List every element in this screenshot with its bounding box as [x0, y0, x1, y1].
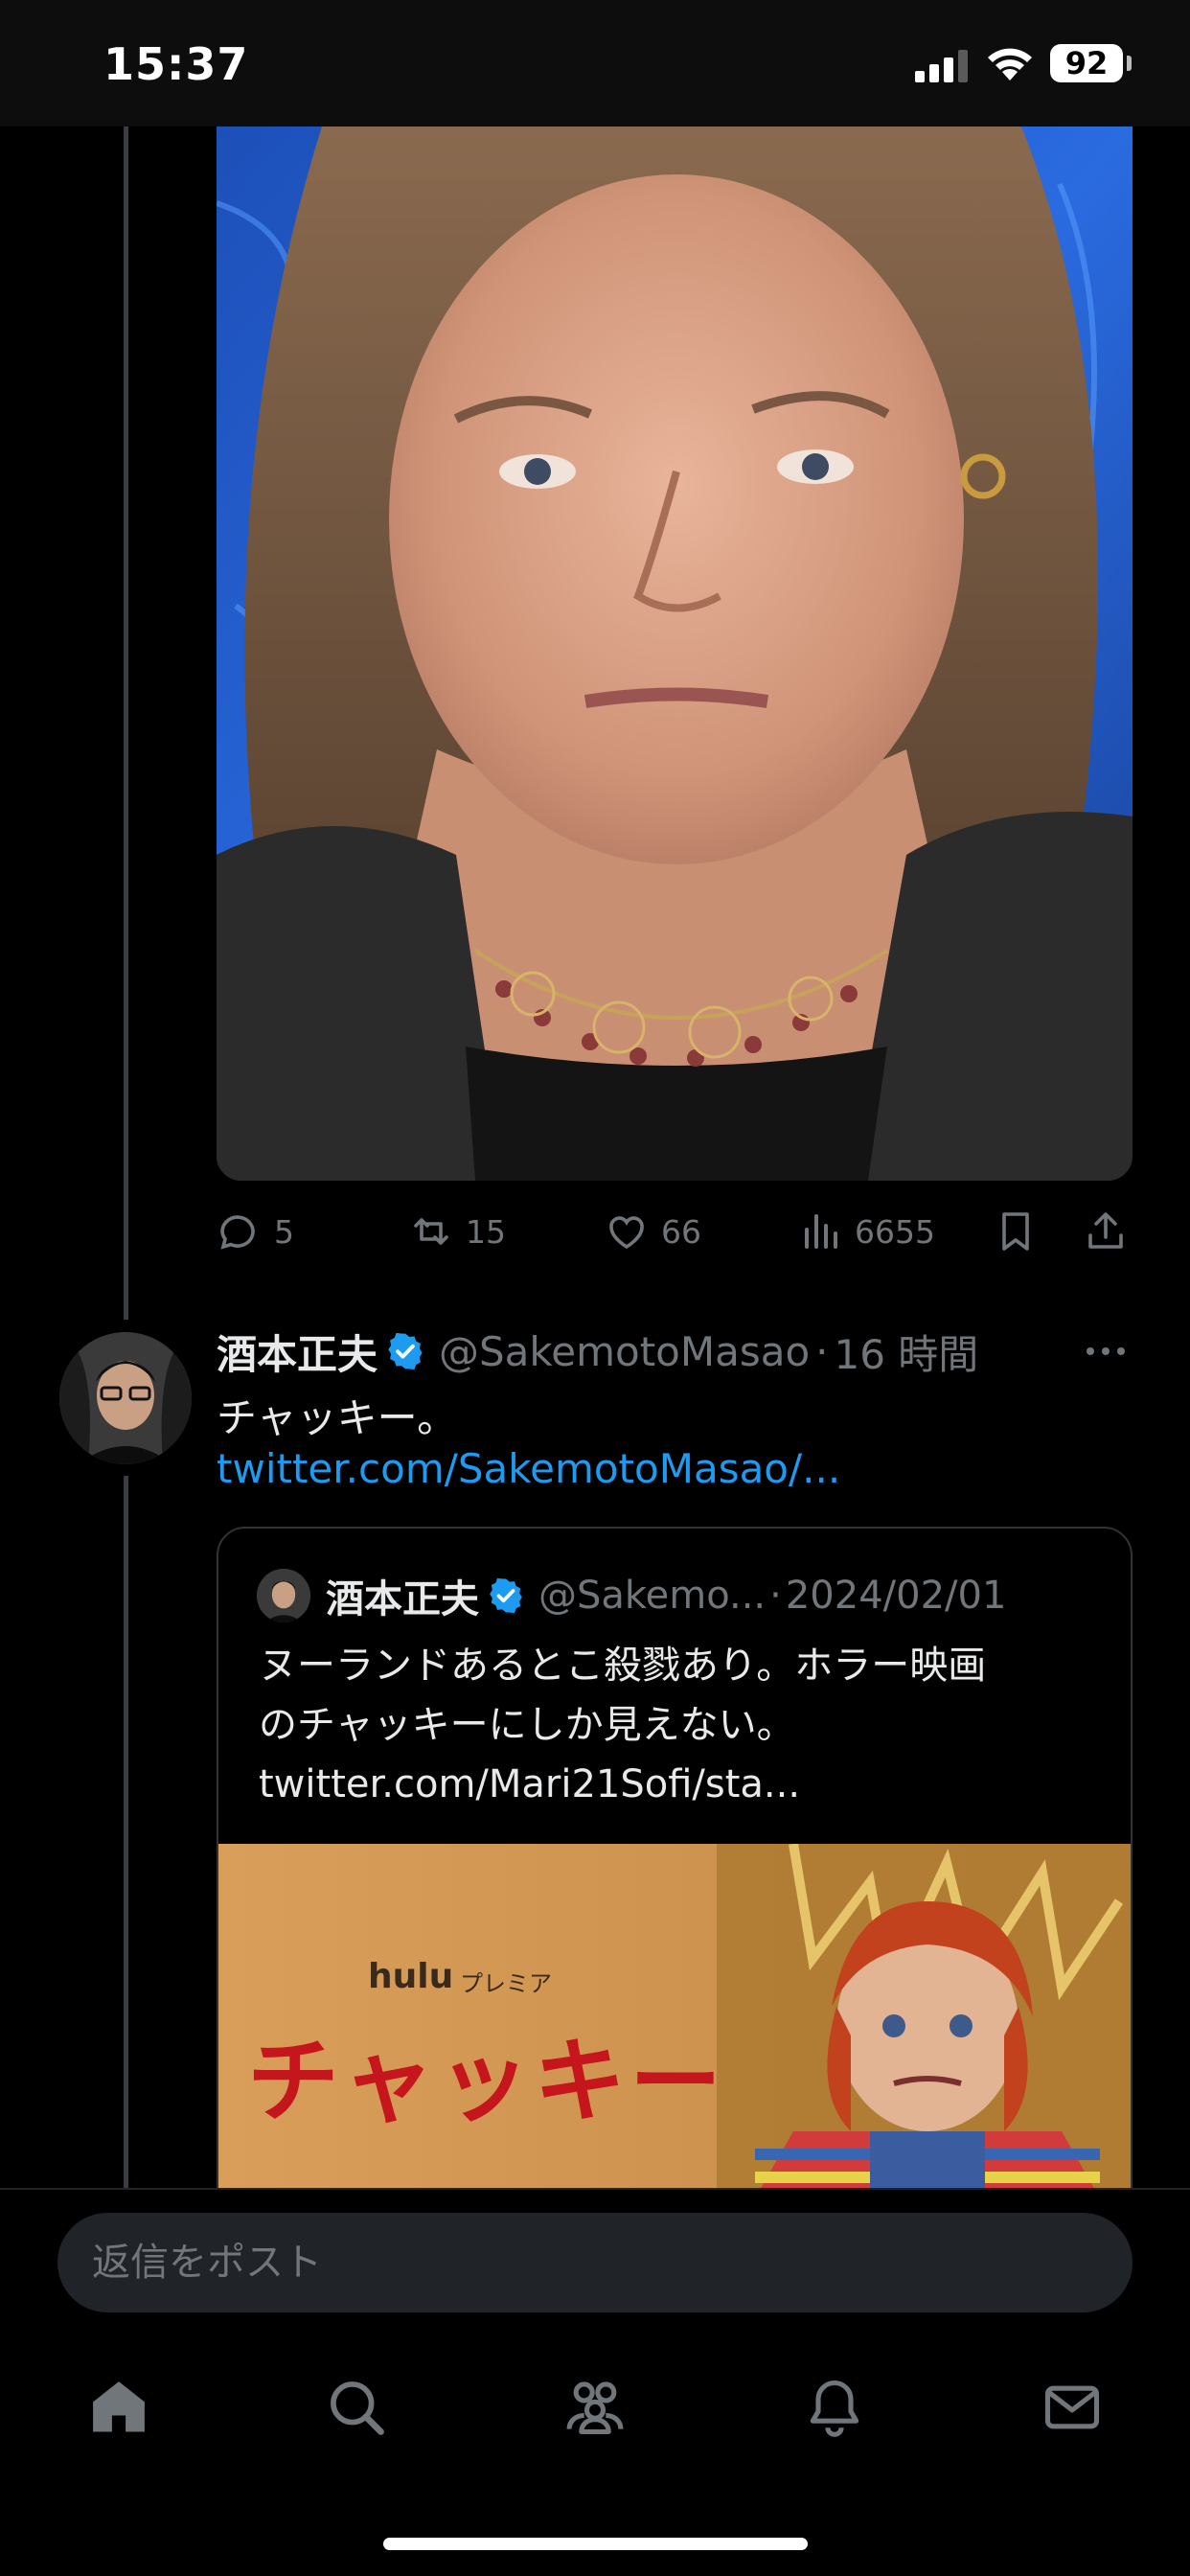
author-name[interactable]: 酒本正夫 — [217, 1322, 378, 1381]
repost-button[interactable]: 15 — [408, 1203, 506, 1260]
quote-text-line: ヌーランドあるとこ殺戮あり。ホラー映画 — [259, 1644, 987, 1688]
thread-line — [124, 1476, 128, 2190]
separator-dot: · — [769, 1574, 782, 1618]
quote-avatar-image — [257, 1569, 310, 1622]
share-icon — [1088, 1212, 1123, 1249]
tweet-link[interactable]: twitter.com/SakemotoMasao/... — [217, 1445, 840, 1492]
communities-icon[interactable] — [562, 2375, 628, 2440]
poster-title: チャッキー — [247, 2028, 726, 2135]
separator-dot: · — [815, 1327, 829, 1375]
quote-header: 酒本正夫 @Sakemo... · 2024/02/01 — [326, 1567, 1006, 1624]
quote-date: 2024/02/01 — [785, 1574, 1007, 1618]
like-button[interactable]: 66 — [604, 1203, 701, 1260]
quote-author-name: 酒本正夫 — [326, 1577, 479, 1622]
notifications-icon[interactable] — [802, 2375, 867, 2440]
thread-line — [124, 126, 128, 1320]
repost-count: 15 — [466, 1212, 506, 1251]
bookmark-button[interactable] — [993, 1203, 1039, 1260]
quote-text: ヌーランドあるとこ殺戮あり。ホラー映画 のチャッキーにしか見えない。 twitt… — [259, 1636, 1111, 1814]
wifi-icon — [988, 48, 1032, 80]
hulu-logo-sub: プレミア — [460, 1970, 552, 1997]
portrait-photo-image — [217, 126, 1133, 1181]
avatar-image — [59, 1332, 192, 1464]
share-button[interactable] — [1083, 1203, 1129, 1260]
battery-icon: 92 — [1050, 44, 1123, 82]
home-icon[interactable] — [86, 2375, 151, 2440]
tweet-action-bar: 5 15 66 6655 — [217, 1203, 1133, 1260]
signal-icon — [915, 50, 968, 82]
quote-text-line: twitter.com/Mari21Sofi/sta... — [259, 1762, 801, 1806]
quote-text-line: のチャッキーにしか見えない。 — [259, 1703, 795, 1747]
tweet-photo[interactable] — [217, 126, 1133, 1181]
repost-icon — [414, 1218, 448, 1245]
quote-avatar — [257, 1569, 310, 1622]
verified-badge-icon — [490, 1577, 522, 1614]
tweet-header: 酒本正夫 @SakemotoMasao · 16 時間 — [217, 1322, 978, 1380]
reply-button[interactable]: 5 — [217, 1203, 294, 1260]
messages-icon[interactable] — [1040, 2375, 1105, 2440]
more-icon[interactable] — [1083, 1334, 1129, 1368]
reply-input[interactable]: 返信をポスト — [57, 2213, 1133, 2312]
tweet-time[interactable]: 16 時間 — [835, 1322, 979, 1381]
avatar[interactable] — [59, 1332, 192, 1464]
status-bar: 15:37 92 — [0, 0, 1190, 126]
battery-nub — [1127, 56, 1132, 71]
status-time: 15:37 — [103, 38, 249, 90]
search-icon[interactable] — [324, 2375, 389, 2440]
reply-icon — [220, 1215, 255, 1250]
bookmark-icon — [1002, 1212, 1029, 1251]
heart-icon — [609, 1216, 644, 1250]
views-count: 6655 — [855, 1212, 935, 1251]
like-count: 66 — [661, 1212, 701, 1251]
reply-count: 5 — [274, 1212, 294, 1251]
home-indicator — [383, 2538, 808, 2550]
hulu-logo: hulu — [368, 1957, 454, 1996]
verified-badge-icon — [388, 1332, 423, 1370]
views-button[interactable]: 6655 — [797, 1203, 935, 1260]
tweet-text: チャッキー。 — [217, 1394, 458, 1441]
author-handle[interactable]: @SakemotoMasao — [439, 1328, 810, 1375]
quote-handle: @Sakemo... — [538, 1574, 767, 1618]
views-icon — [805, 1214, 837, 1249]
